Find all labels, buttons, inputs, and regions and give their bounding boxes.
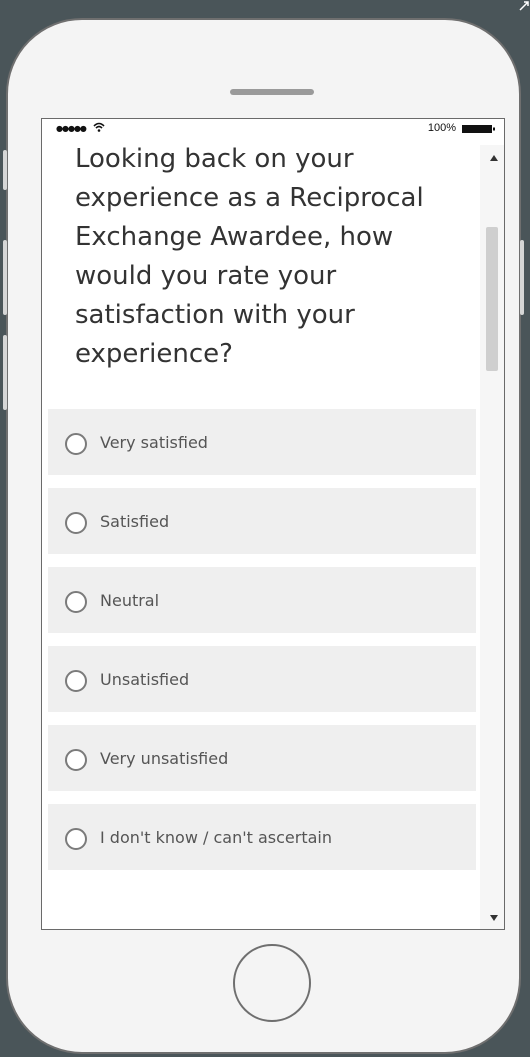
option-dont-know[interactable]: I don't know / can't ascertain: [48, 804, 476, 870]
question-text: Looking back on your experience as a Rec…: [75, 144, 424, 369]
radio-button-icon[interactable]: [65, 433, 87, 455]
radio-button-icon[interactable]: [65, 512, 87, 534]
option-very-satisfied[interactable]: Very satisfied: [48, 409, 476, 475]
vertical-scrollbar[interactable]: [480, 145, 504, 929]
option-very-unsatisfied[interactable]: Very unsatisfied: [48, 725, 476, 791]
option-unsatisfied[interactable]: Unsatisfied: [48, 646, 476, 712]
option-satisfied[interactable]: Satisfied: [48, 488, 476, 554]
survey-content: Looking back on your experience as a Rec…: [42, 119, 480, 929]
side-button-left-top: [3, 150, 7, 190]
radio-button-icon[interactable]: [65, 749, 87, 771]
speaker-grille: [230, 89, 314, 95]
option-label: Satisfied: [100, 512, 170, 531]
option-label: Neutral: [100, 591, 160, 610]
side-button-left-middle: [3, 240, 7, 315]
scroll-down-arrow-icon[interactable]: [480, 911, 504, 925]
phone-screen: ●●●●● 100% Looking back on your experien…: [41, 118, 505, 930]
home-button[interactable]: [233, 944, 311, 1022]
radio-button-icon[interactable]: [65, 670, 87, 692]
option-label: Unsatisfied: [100, 670, 190, 689]
side-button-left-bottom: [3, 335, 7, 410]
phone-frame: ●●●●● 100% Looking back on your experien…: [3, 18, 524, 1054]
side-button-right: [520, 240, 524, 315]
option-label: I don't know / can't ascertain: [100, 828, 333, 847]
option-label: Very satisfied: [100, 433, 208, 452]
scrollbar-thumb[interactable]: [486, 227, 498, 371]
radio-button-icon[interactable]: [65, 591, 87, 613]
scroll-up-arrow-icon[interactable]: [480, 151, 504, 165]
expand-icon[interactable]: [518, 0, 530, 12]
option-neutral[interactable]: Neutral: [48, 567, 476, 633]
option-label: Very unsatisfied: [100, 749, 229, 768]
radio-button-icon[interactable]: [65, 828, 87, 850]
answer-options: Very satisfied Satisfied Neutral Unsatis…: [48, 409, 476, 883]
